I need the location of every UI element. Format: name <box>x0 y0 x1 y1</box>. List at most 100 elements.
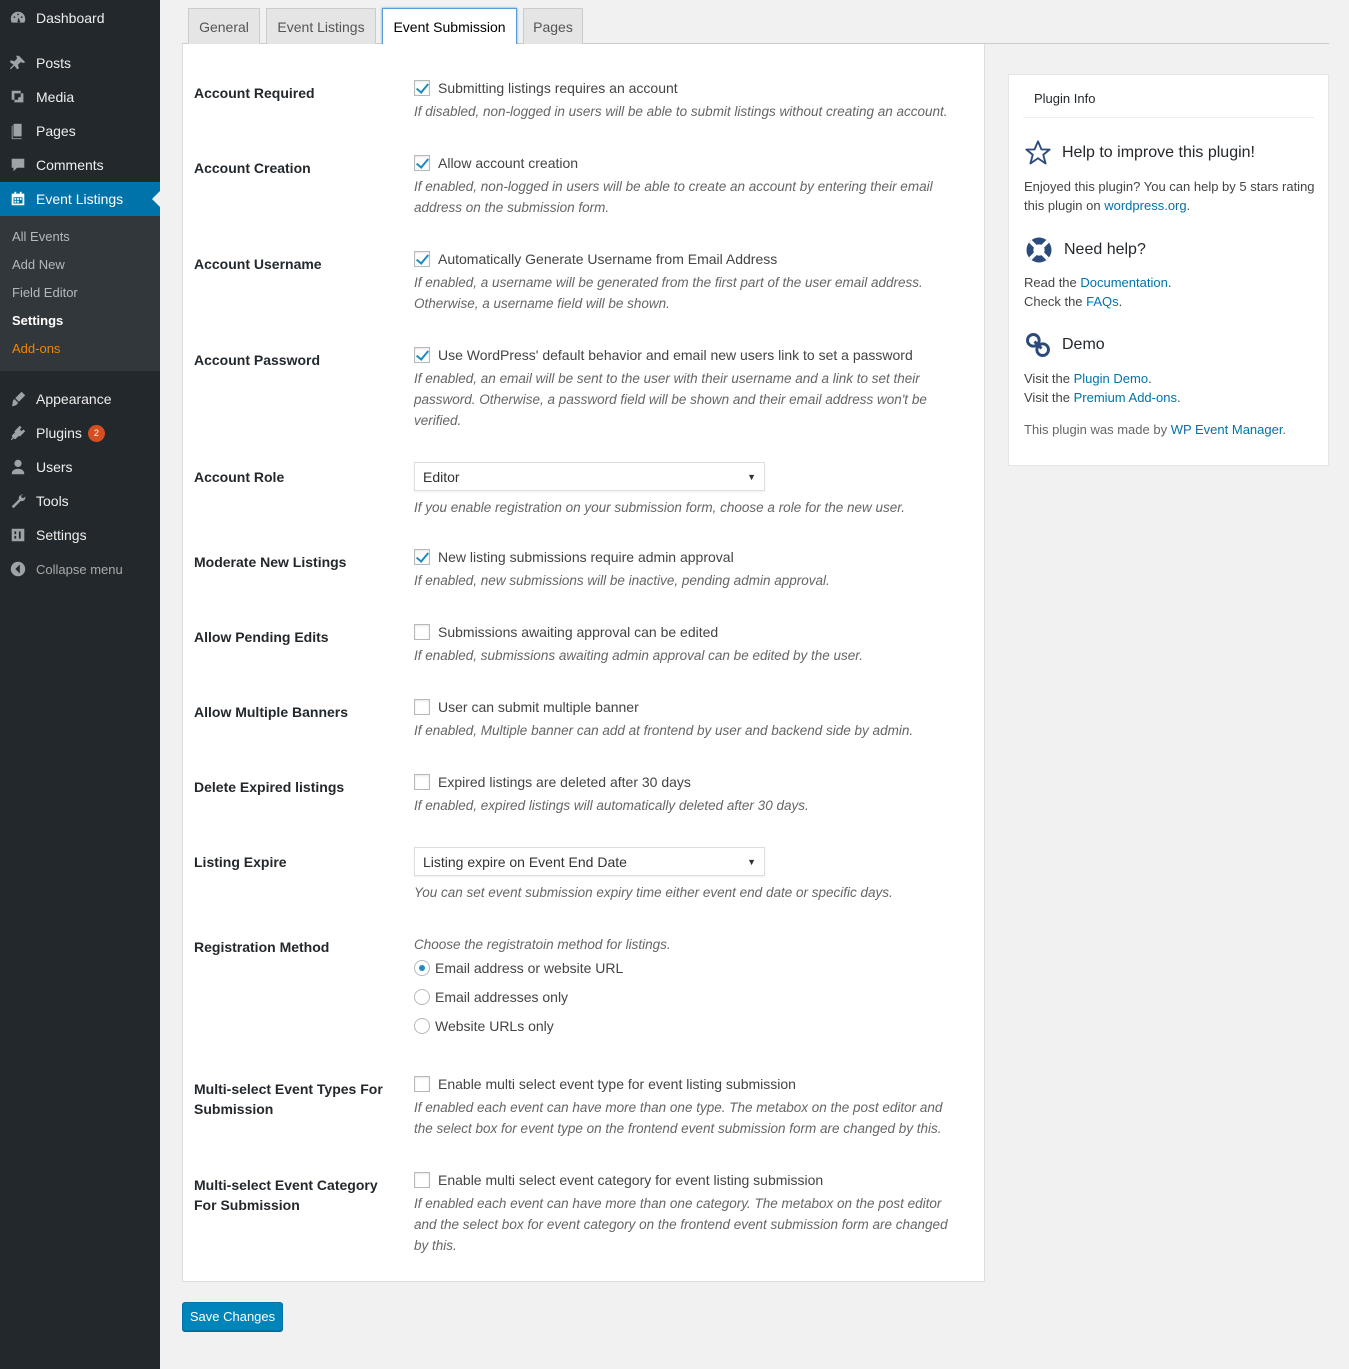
field-description: If enabled each event can have more than… <box>414 1196 948 1253</box>
menu-users[interactable]: Users <box>0 450 160 484</box>
field-description: If enabled, expired listings will automa… <box>414 798 809 813</box>
field-label: Multi-select Event Types For Submission <box>194 1081 383 1117</box>
menu-label: Users <box>36 459 73 475</box>
account-role-select[interactable]: Editor ▼ <box>414 462 765 491</box>
listing-expire-select[interactable]: Listing expire on Event End Date ▼ <box>414 847 765 876</box>
demo-text: Visit the Plugin Demo. Visit the Premium… <box>1024 371 1181 405</box>
menu-label: Comments <box>36 157 104 173</box>
listing-expire-field: Listing expire on Event End Date ▼ You ca… <box>414 847 959 903</box>
account-username-field: Automatically Generate Username from Ema… <box>414 249 959 314</box>
menu-event-listings[interactable]: Event Listings <box>0 182 160 216</box>
menu-label: Pages <box>36 123 76 139</box>
radio-option[interactable]: Website URLs only <box>414 1016 959 1036</box>
field-description: You can set event submission expiry time… <box>414 885 893 900</box>
comments-icon <box>0 156 36 174</box>
menu-settings[interactable]: Settings <box>0 518 160 552</box>
save-changes-button[interactable]: Save Changes <box>182 1302 283 1331</box>
tab-event-listings[interactable]: Event Listings <box>266 8 376 44</box>
checkbox-label: Expired listings are deleted after 30 da… <box>438 774 691 790</box>
field-label: Multi-select Event Category For Submissio… <box>194 1177 378 1213</box>
field-label: Allow Multiple Banners <box>194 704 349 720</box>
field-description: Choose the registratoin method for listi… <box>414 937 671 952</box>
field-label: Moderate New Listings <box>194 554 347 570</box>
menu-pages[interactable]: Pages <box>0 114 160 148</box>
menu-tools[interactable]: Tools <box>0 484 160 518</box>
event-listings-submenu: All Events Add New Field Editor Settings… <box>0 216 160 371</box>
delete-expired-checkbox[interactable] <box>414 774 430 790</box>
multiple-banners-checkbox[interactable] <box>414 699 430 715</box>
tab-pages[interactable]: Pages <box>523 8 583 44</box>
tab-general[interactable]: General <box>188 8 260 44</box>
wp-event-manager-link[interactable]: WP Event Manager <box>1171 422 1283 437</box>
radio-option[interactable]: Email address or website URL <box>414 958 959 978</box>
checkbox-label: Enable multi select event type for event… <box>438 1076 796 1092</box>
documentation-link[interactable]: Documentation <box>1080 275 1167 290</box>
account-required-checkbox[interactable] <box>414 80 430 96</box>
multiselect-types-checkbox[interactable] <box>414 1076 430 1092</box>
field-description: If enabled, an email will be sent to the… <box>414 371 927 428</box>
dashboard-icon <box>0 9 36 27</box>
field-description: If enabled, Multiple banner can add at f… <box>414 723 914 738</box>
media-icon <box>0 88 36 106</box>
checkbox-label: Automatically Generate Username from Ema… <box>438 251 778 267</box>
submenu-field-editor[interactable]: Field Editor <box>12 285 78 300</box>
multiselect-category-checkbox[interactable] <box>414 1172 430 1188</box>
submenu-add-ons[interactable]: Add-ons <box>12 341 60 356</box>
field-label: Account Username <box>194 256 322 272</box>
select-value: Editor <box>423 468 460 485</box>
account-username-checkbox[interactable] <box>414 251 430 267</box>
lifebuoy-icon <box>1026 237 1052 263</box>
field-description: If enabled, new submissions will be inac… <box>414 573 830 588</box>
menu-dashboard[interactable]: Dashboard <box>0 1 160 35</box>
submenu-add-new[interactable]: Add New <box>12 257 65 272</box>
faqs-link[interactable]: FAQs <box>1086 294 1119 309</box>
menu-plugins[interactable]: Plugins 2 <box>0 416 160 450</box>
pending-edits-field: Submissions awaiting approval can be edi… <box>414 622 959 666</box>
moderate-listings-checkbox[interactable] <box>414 549 430 565</box>
submenu-all-events[interactable]: All Events <box>12 229 70 244</box>
menu-label: Posts <box>36 55 72 71</box>
plugin-info-box: Plugin Info Help to improve this plugin!… <box>1008 74 1329 466</box>
field-label: Account Role <box>194 469 285 485</box>
field-label: Listing Expire <box>194 854 287 870</box>
registration-method-field: Choose the registratoin method for listi… <box>414 934 959 1036</box>
checkbox-label: New listing submissions require admin ap… <box>438 549 734 565</box>
menu-comments[interactable]: Comments <box>0 148 160 182</box>
field-description: If enabled, non-logged in users will be … <box>414 179 933 215</box>
menu-posts[interactable]: Posts <box>0 46 160 80</box>
divider <box>1023 117 1314 118</box>
menu-label: Appearance <box>36 391 112 407</box>
menu-label: Media <box>36 89 75 105</box>
checkbox-label: Submitting listings requires an account <box>438 80 678 96</box>
radio-email-or-url[interactable] <box>414 960 430 976</box>
radio-option[interactable]: Email addresses only <box>414 987 959 1007</box>
checkbox-label: Submissions awaiting approval can be edi… <box>438 624 719 640</box>
field-description: If enabled each event can have more than… <box>414 1100 943 1136</box>
menu-label: Collapse menu <box>36 561 123 577</box>
checkbox-label: Enable multi select event category for e… <box>438 1172 824 1188</box>
menu-media[interactable]: Media <box>0 80 160 114</box>
account-creation-checkbox[interactable] <box>414 155 430 171</box>
delete-expired-field: Expired listings are deleted after 30 da… <box>414 772 959 816</box>
collapse-menu-button[interactable]: Collapse menu <box>0 552 160 586</box>
tab-event-submission[interactable]: Event Submission <box>382 8 517 45</box>
menu-appearance[interactable]: Appearance <box>0 382 160 416</box>
link-icon <box>1026 333 1050 357</box>
settings-tabs: General Event Listings Event Submission … <box>182 0 1329 45</box>
made-by-text: This plugin was made by WP Event Manager… <box>1024 422 1287 437</box>
checkbox-label: Allow account creation <box>438 155 579 171</box>
radio-url-only[interactable] <box>414 1018 430 1034</box>
improve-heading: Help to improve this plugin! <box>1024 139 1255 167</box>
account-required-field: Submitting listings requires an account … <box>414 78 959 122</box>
field-description: If you enable registration on your submi… <box>414 500 906 515</box>
plugin-demo-link[interactable]: Plugin Demo <box>1074 371 1148 386</box>
premium-addons-link[interactable]: Premium Add-ons <box>1074 390 1177 405</box>
submenu-settings[interactable]: Settings <box>12 313 63 328</box>
wordpress-org-link[interactable]: wordpress.org <box>1104 198 1186 213</box>
help-text: Read the Documentation. Check the FAQs. <box>1024 275 1172 309</box>
pending-edits-checkbox[interactable] <box>414 624 430 640</box>
radio-email-only[interactable] <box>414 989 430 1005</box>
checkbox-label: Use WordPress' default behavior and emai… <box>438 347 913 363</box>
account-password-checkbox[interactable] <box>414 347 430 363</box>
pin-icon <box>0 54 36 72</box>
